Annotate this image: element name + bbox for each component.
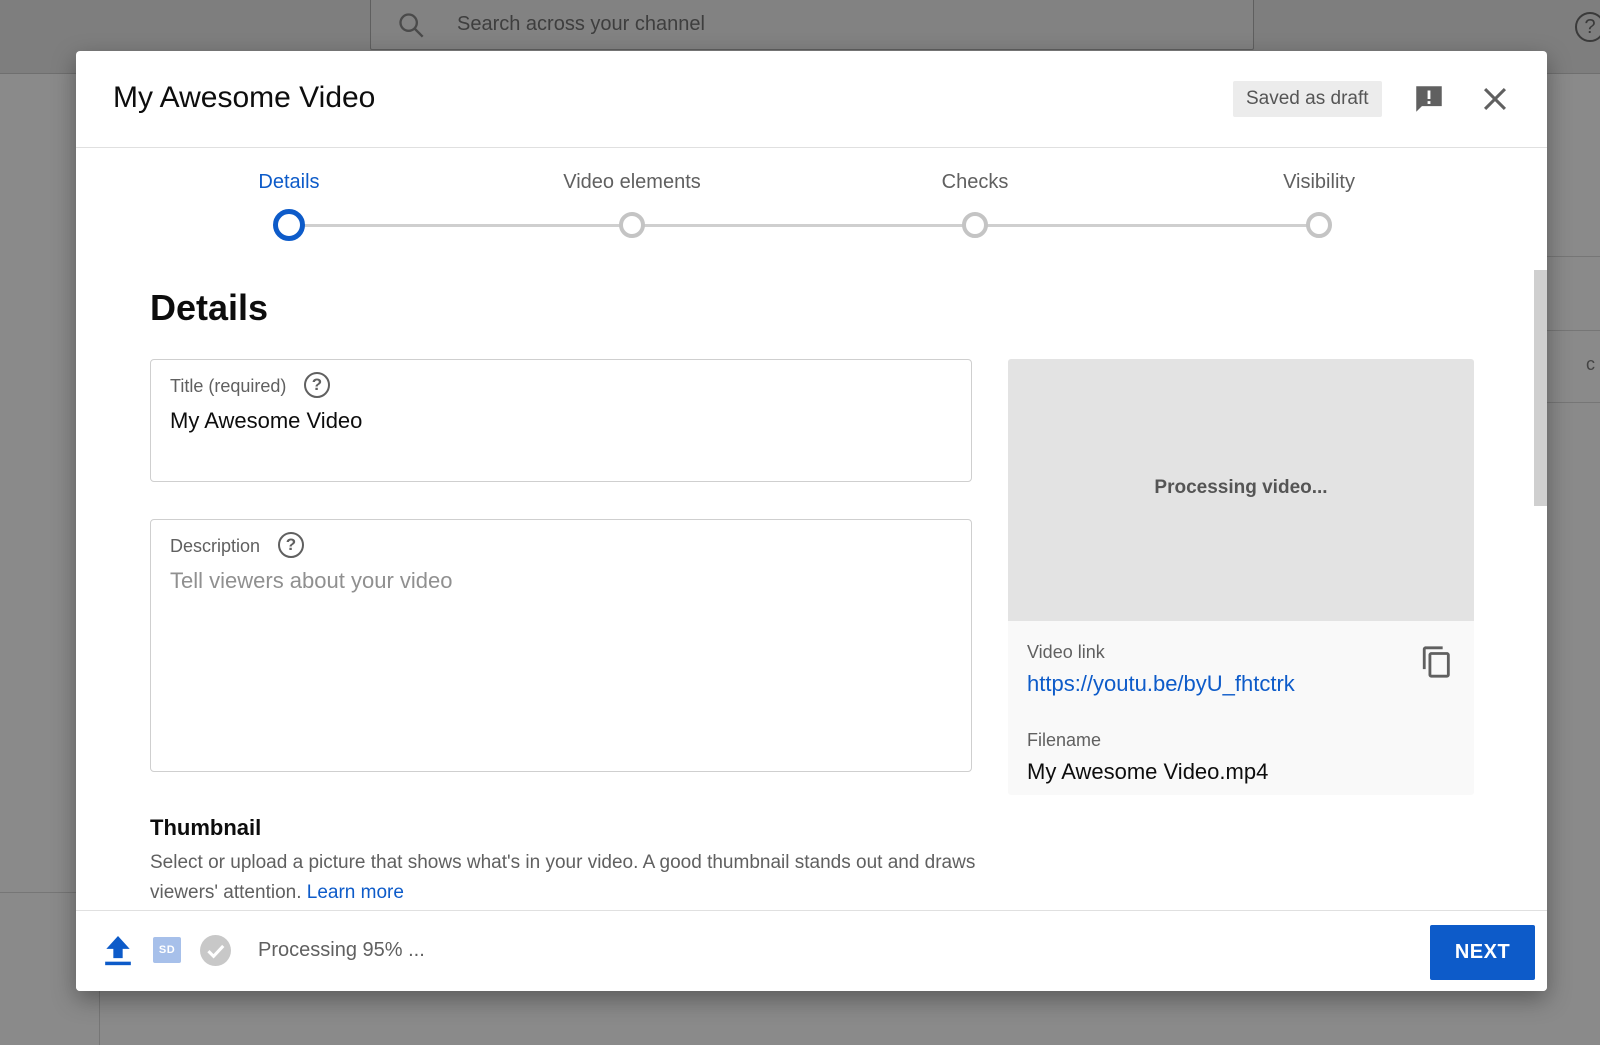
description-input[interactable]: Tell viewers about your video (170, 568, 452, 594)
description-field-label: Description (170, 536, 261, 556)
learn-more-link[interactable]: Learn more (307, 882, 404, 903)
saved-as-draft-badge: Saved as draft (1233, 81, 1382, 117)
thumbnail-heading: Thumbnail (150, 815, 262, 840)
title-input[interactable]: My Awesome Video (170, 408, 362, 434)
search-icon (399, 13, 424, 38)
description-field[interactable]: Description ? Tell viewers about your vi… (150, 519, 972, 772)
processing-video-text: Processing video... (1154, 477, 1328, 498)
filename-label: Filename (1027, 730, 1102, 750)
sd-quality-icon: SD (153, 937, 181, 963)
next-button[interactable]: NEXT (1430, 925, 1535, 980)
step-visibility[interactable]: Visibility (1219, 171, 1419, 194)
background-divider (1546, 330, 1600, 331)
stepper-track (289, 224, 1319, 227)
details-heading: Details (150, 287, 269, 328)
background-divider (1546, 402, 1600, 403)
video-link-label: Video link (1027, 642, 1105, 662)
help-icon: ? (1575, 12, 1600, 42)
description-help-icon[interactable]: ? (278, 532, 304, 558)
background-search-placeholder: Search across your channel (457, 13, 705, 35)
step-video-elements[interactable]: Video elements (532, 171, 732, 194)
dialog-footer: SD Processing 95% ... NEXT (76, 910, 1547, 991)
step-checks[interactable]: Checks (875, 171, 1075, 194)
upload-dialog: My Awesome Video Saved as draft Details … (76, 51, 1547, 991)
close-icon[interactable] (1478, 82, 1512, 116)
filename-value: My Awesome Video.mp4 (1027, 759, 1269, 784)
upload-icon (105, 936, 131, 966)
feedback-icon[interactable] (1412, 82, 1446, 116)
step-video-elements-indicator[interactable] (619, 212, 645, 238)
dialog-title: My Awesome Video (113, 81, 376, 114)
copy-icon[interactable] (1420, 645, 1454, 679)
thumbnail-description: Select or upload a picture that shows wh… (150, 848, 980, 908)
content-scrollbar[interactable] (1534, 270, 1547, 506)
title-help-icon[interactable]: ? (304, 372, 330, 398)
video-preview: Processing video... (1008, 359, 1474, 621)
background-partial-text: c (1586, 354, 1595, 374)
dialog-header: My Awesome Video Saved as draft (76, 51, 1547, 148)
processing-status: Processing 95% ... (258, 939, 425, 961)
step-visibility-indicator[interactable] (1306, 212, 1332, 238)
video-link[interactable]: https://youtu.be/byU_fhtctrk (1027, 671, 1295, 697)
video-preview-card: Processing video... Video link https://y… (1008, 359, 1474, 795)
title-field[interactable]: Title (required) ? My Awesome Video (150, 359, 972, 482)
step-details[interactable]: Details (189, 171, 389, 194)
check-circle-icon (200, 935, 231, 966)
step-details-indicator[interactable] (273, 209, 305, 241)
thumbnail-description-text: Select or upload a picture that shows wh… (150, 852, 976, 903)
step-checks-indicator[interactable] (962, 212, 988, 238)
title-field-label: Title (required) (170, 376, 287, 396)
background-divider (1546, 256, 1600, 257)
background-search-box: Search across your channel (370, 0, 1254, 50)
